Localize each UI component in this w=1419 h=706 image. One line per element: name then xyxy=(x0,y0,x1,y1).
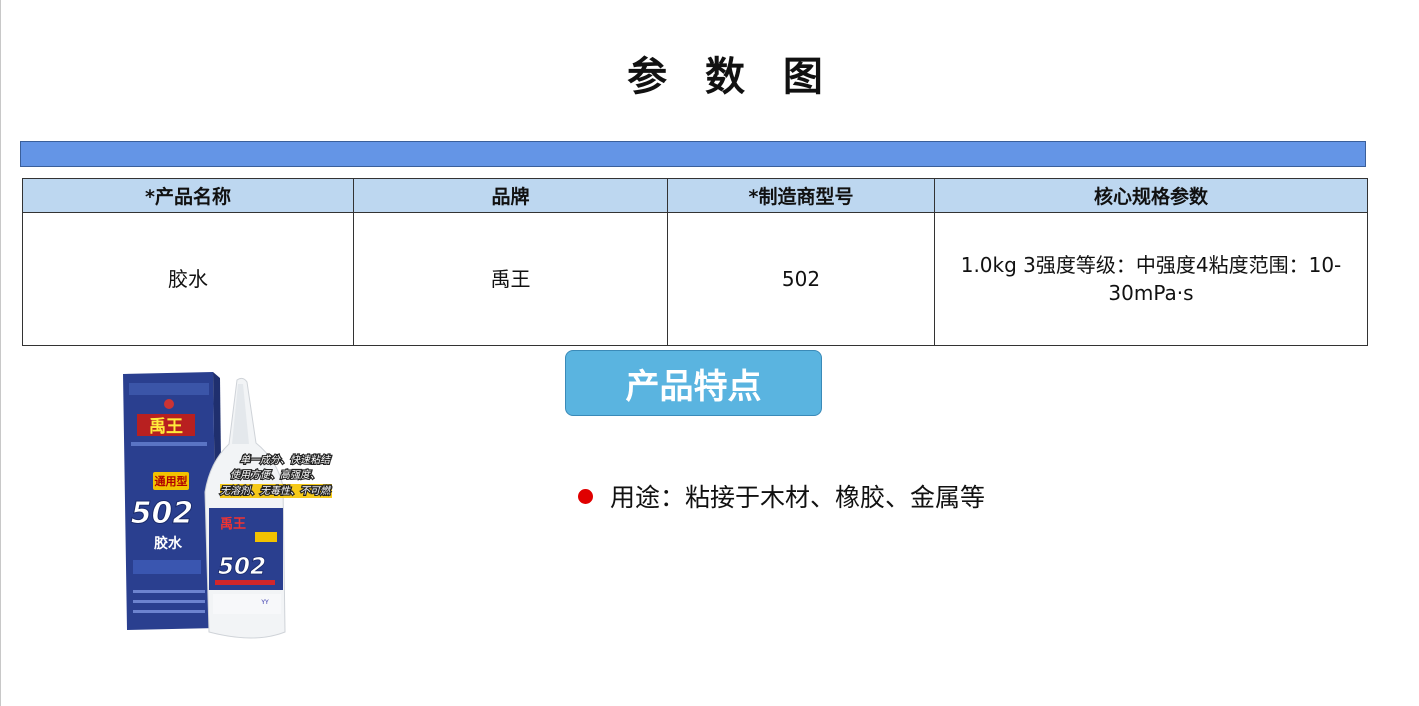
bottle-model-label: 502 xyxy=(218,554,266,580)
promo-line-3: 无溶剂、无毒性、不可燃 xyxy=(220,485,332,497)
cell-specs: 1.0kg 3强度等级：中强度4粘度范围：10-30mPa·s xyxy=(934,212,1368,346)
header-model: *制造商型号 xyxy=(667,178,935,213)
features-heading-badge: 产品特点 xyxy=(565,350,822,416)
table-header-row: *产品名称 品牌 *制造商型号 核心规格参数 xyxy=(22,178,1368,213)
svg-text:YY: YY xyxy=(260,599,269,606)
cell-brand: 禹王 xyxy=(353,212,668,346)
promo-line-2: 使用方便、高强度、 xyxy=(230,469,320,481)
feature-text: 用途：粘接于木材、橡胶、金属等 xyxy=(610,483,986,512)
box-model-label: 502 xyxy=(131,496,194,531)
page-title: 参 数 图 xyxy=(627,54,835,100)
header-brand: 品牌 xyxy=(353,178,668,213)
page-left-border xyxy=(0,0,1,706)
box-brand-label: 禹王 xyxy=(149,417,183,437)
spec-table: *产品名称 品牌 *制造商型号 核心规格参数 胶水 禹王 502 1.0kg 3… xyxy=(22,178,1368,346)
header-product-name: *产品名称 xyxy=(22,178,354,213)
promo-line-1: 单一成分、快速粘结 xyxy=(240,454,332,466)
section-divider-bar xyxy=(20,141,1366,167)
bullet-icon xyxy=(578,488,593,504)
product-image: 禹王 通用型 502 胶水 禹王 502 YY 单一成分、快速粘结 使用方便、高… xyxy=(115,368,340,648)
bottle-brand-label: 禹王 xyxy=(220,516,246,532)
header-specs: 核心规格参数 xyxy=(934,178,1368,213)
box-tag-label: 通用型 xyxy=(155,474,188,488)
cell-model: 502 xyxy=(667,212,935,346)
feature-list-item: 用途：粘接于木材、橡胶、金属等 xyxy=(578,478,985,514)
cell-product-name: 胶水 xyxy=(22,212,354,346)
table-row: 胶水 禹王 502 1.0kg 3强度等级：中强度4粘度范围：10-30mPa·… xyxy=(22,212,1368,346)
box-name-label: 胶水 xyxy=(154,535,183,552)
